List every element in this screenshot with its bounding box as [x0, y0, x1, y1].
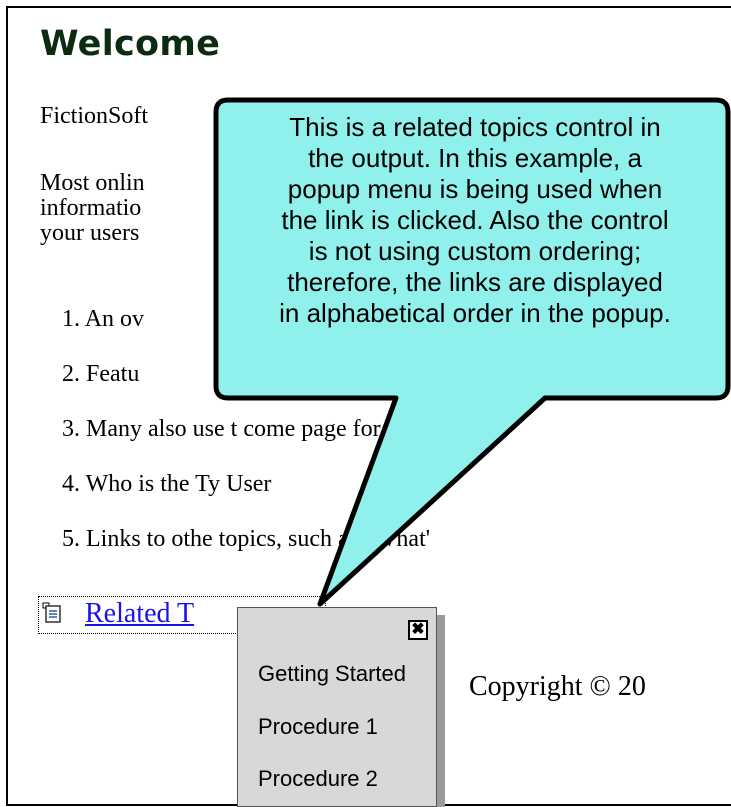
body-paragraph: Most onlin informatio your users [40, 171, 145, 246]
callout-line: is not using custom ordering; [308, 236, 642, 266]
list-item: 5. Links to othe topics, such as "What' [40, 522, 430, 577]
callout-line: therefore, the links are displayed [287, 267, 663, 297]
paragraph-line: informatio [40, 195, 142, 221]
callout-line: popup menu is being used when [287, 174, 663, 204]
page-title: Welcome [40, 24, 221, 64]
list-number: 4. [62, 471, 80, 497]
paragraph-line: Most onlin [40, 170, 145, 196]
popup-item-procedure-2[interactable]: Procedure 2 [258, 766, 378, 792]
list-text: Links to othe topics, such as "What' [86, 526, 431, 552]
list-number: 2. [62, 361, 80, 387]
related-topics-link[interactable]: Related T [85, 597, 194, 631]
list-item: 4. Who is the Ty User [40, 467, 430, 522]
paragraph-line: your users [40, 220, 140, 246]
callout-line: This is a related topics control in [289, 112, 661, 142]
list-text: Many also use t come page for [86, 416, 381, 442]
list-item: 3. Many also use t come page for [40, 412, 430, 467]
copyright-text: Copyright © 20 [469, 671, 646, 702]
document-list-icon [42, 602, 61, 623]
numbered-list: 1. An ov 2. Featu 3. Many also use t com… [40, 302, 430, 577]
list-item: 2. Featu [40, 357, 430, 412]
list-text: An ov [84, 306, 145, 332]
popup-item-getting-started[interactable]: Getting Started [258, 661, 406, 687]
list-text: Who is the Ty User [85, 471, 272, 497]
list-number: 3. [62, 416, 80, 442]
close-icon[interactable]: ✖ [408, 620, 428, 640]
callout-text: This is a related topics control in the … [222, 112, 728, 329]
list-number: 1. [62, 306, 80, 332]
intro-text: FictionSoft [40, 103, 149, 129]
popup-item-procedure-1[interactable]: Procedure 1 [258, 714, 378, 740]
list-number: 5. [62, 526, 80, 552]
callout-line: the link is clicked. Also the control [281, 205, 669, 235]
callout-line: in alphabetical order in the popup. [279, 298, 671, 328]
callout-line: the output. In this example, a [308, 143, 642, 173]
list-text: Featu [86, 361, 140, 387]
